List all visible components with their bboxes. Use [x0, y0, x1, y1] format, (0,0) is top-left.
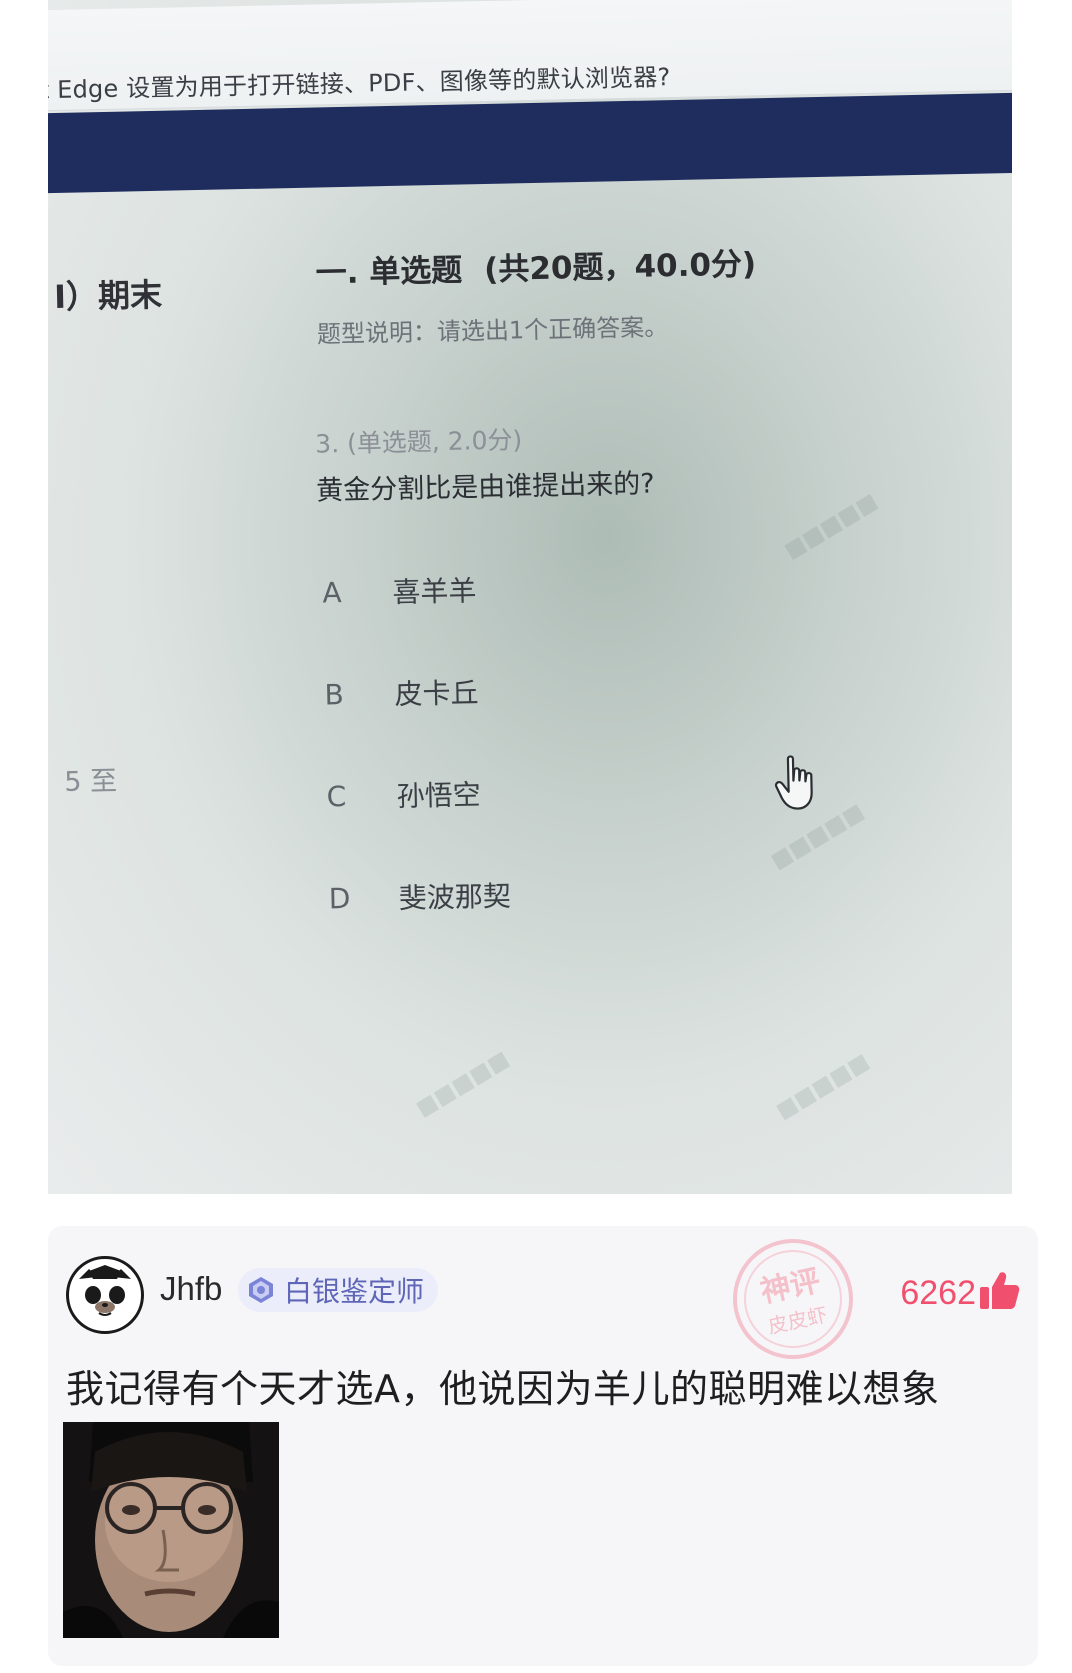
comment-card: Jhfb 白银鉴定师 神评 皮皮虾 6262 我记得有个天才选A，他说因为羊儿的…	[48, 1226, 1038, 1666]
stamp-top-text: 神评	[757, 1263, 823, 1310]
badge-label: 白银鉴定师	[284, 1275, 425, 1308]
option-label: 皮卡丘	[394, 676, 479, 711]
screenshot-photo: t Edge 设置为用于打开链接、PDF、图像等的默认浏览器? I）期末 5 至…	[48, 0, 1012, 1194]
watermark: ■■■■■	[780, 488, 882, 564]
username[interactable]: Jhfb	[160, 1270, 222, 1308]
section-score: (共20题，40.0分)	[483, 246, 757, 289]
rank-badge-icon	[249, 1277, 273, 1303]
thumbs-up-icon[interactable]	[978, 1270, 1020, 1312]
option-letter: B	[324, 677, 345, 711]
option-letter: A	[322, 575, 342, 609]
browser-notification-bar: t Edge 设置为用于打开链接、PDF、图像等的默认浏览器?	[48, 0, 1012, 112]
question-meta: 3. (单选题, 2.0分)	[314, 425, 523, 459]
question-text: 黄金分割比是由谁提出来的?	[315, 468, 655, 507]
comment-text: 我记得有个天才选A，他说因为羊儿的聪明难以想象	[66, 1367, 940, 1411]
default-browser-prompt: t Edge 设置为用于打开链接、PDF、图像等的默认浏览器?	[48, 63, 671, 105]
option-label: 斐波那契	[398, 879, 512, 915]
side-date-range: 5 至	[63, 765, 118, 798]
hand-pointer-icon	[774, 755, 813, 810]
section-title: 一. 单选题	[315, 252, 463, 292]
section-description: 题型说明：请选出1个正确答案。	[316, 313, 669, 349]
reaction-meme-image[interactable]	[63, 1422, 279, 1638]
shenping-stamp-icon: 神评 皮皮虾	[733, 1239, 853, 1359]
course-title: I）期末	[53, 275, 163, 317]
stamp-bottom-text: 皮皮虾	[766, 1303, 830, 1339]
watermark: ■■■■■	[411, 1046, 514, 1122]
option-label: 喜羊羊	[392, 574, 477, 610]
avatar[interactable]	[66, 1256, 144, 1334]
section-heading: 一. 单选题 (共20题，40.0分)	[315, 238, 756, 292]
option-b[interactable]: B 皮卡丘	[324, 671, 479, 714]
option-a[interactable]: A 喜羊羊	[322, 569, 477, 612]
option-label: 孙悟空	[396, 778, 481, 813]
like-count: 6262	[900, 1274, 976, 1312]
option-c[interactable]: C 孙悟空	[326, 773, 481, 816]
watermark: ■■■■■	[771, 1048, 874, 1125]
option-d[interactable]: D 斐波那契	[328, 875, 511, 919]
user-rank-badge: 白银鉴定师	[238, 1268, 439, 1312]
option-letter: D	[328, 881, 351, 915]
monitor-screen: t Edge 设置为用于打开链接、PDF、图像等的默认浏览器? I）期末 5 至…	[48, 0, 1012, 1194]
meme-face-image	[63, 1422, 279, 1638]
option-letter: C	[326, 779, 347, 813]
panda-face-icon	[75, 1265, 135, 1327]
